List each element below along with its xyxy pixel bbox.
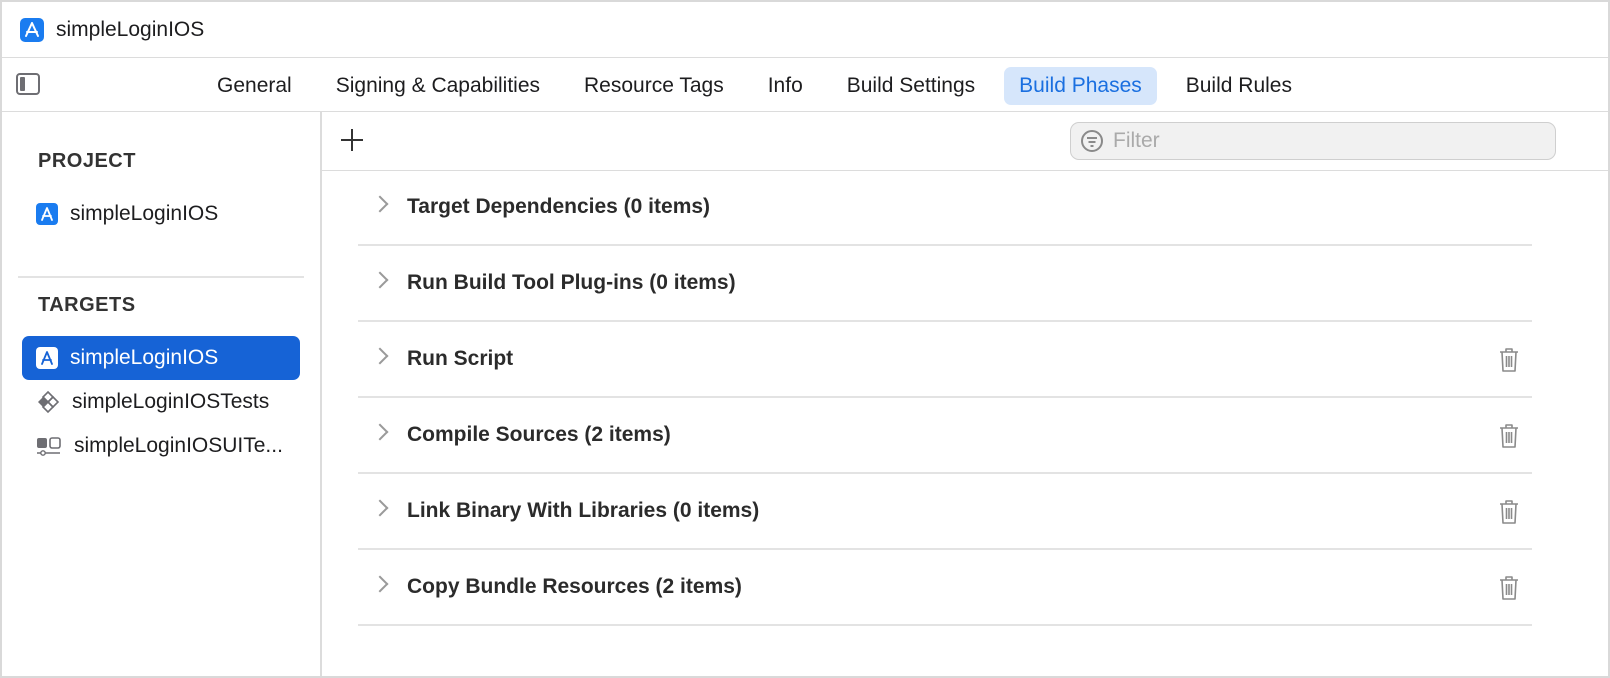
phase-target-dependencies[interactable]: Target Dependencies (0 items) — [358, 170, 1532, 246]
sidebar-item-project[interactable]: simpleLoginIOS — [22, 192, 300, 236]
phase-copy-bundle-resources[interactable]: Copy Bundle Resources (2 items) — [358, 550, 1532, 626]
tab-build-phases[interactable]: Build Phases — [1004, 67, 1157, 105]
filter-icon — [1081, 130, 1103, 152]
tab-build-settings[interactable]: Build Settings — [832, 67, 990, 105]
phase-title: Copy Bundle Resources (2 items) — [407, 575, 742, 598]
phase-link-binary-with-libraries[interactable]: Link Binary With Libraries (0 items) — [358, 474, 1532, 550]
trash-icon[interactable] — [1498, 423, 1520, 449]
trash-icon[interactable] — [1498, 347, 1520, 373]
chevron-right-icon[interactable] — [371, 575, 389, 593]
sidebar-item-target-tests[interactable]: simpleLoginIOSTests — [22, 380, 300, 424]
sidebar-item-label: simpleLoginIOSUITe... — [74, 434, 283, 457]
chevron-right-icon[interactable] — [371, 499, 389, 517]
editor-tab-bar: General Signing & Capabilities Resource … — [2, 58, 1608, 112]
sidebar-item-label: simpleLoginIOS — [70, 346, 219, 369]
chevron-right-icon[interactable] — [371, 195, 389, 213]
project-section-header: PROJECT — [38, 150, 136, 172]
sidebar-item-label: simpleLoginIOSTests — [72, 390, 270, 413]
chevron-right-icon[interactable] — [371, 347, 389, 365]
chevron-right-icon[interactable] — [371, 423, 389, 441]
trash-icon[interactable] — [1498, 575, 1520, 601]
targets-sidebar: PROJECT simpleLoginIOS TARGETS simpleLog… — [2, 112, 322, 676]
phase-title: Link Binary With Libraries (0 items) — [407, 499, 760, 522]
phase-run-script[interactable]: Run Script — [358, 322, 1532, 398]
phases-toolbar — [322, 112, 1608, 171]
app-store-icon — [20, 17, 44, 42]
app-icon — [36, 347, 58, 369]
phase-title: Run Script — [407, 347, 514, 370]
sidebar-divider — [18, 276, 304, 278]
filter-field[interactable] — [1070, 122, 1556, 160]
unit-test-icon — [38, 390, 60, 414]
targets-section-header: TARGETS — [38, 294, 136, 316]
tab-resource-tags[interactable]: Resource Tags — [569, 67, 739, 105]
title-bar: simpleLoginIOS — [2, 2, 1608, 58]
tab-build-rules[interactable]: Build Rules — [1171, 67, 1307, 105]
phase-compile-sources[interactable]: Compile Sources (2 items) — [358, 398, 1532, 474]
phases-list: Target Dependencies (0 items) Run Build … — [358, 170, 1532, 626]
tab-list: General Signing & Capabilities Resource … — [202, 67, 1321, 105]
phase-title: Target Dependencies (0 items) — [407, 195, 711, 218]
plus-icon[interactable] — [340, 128, 364, 152]
sidebar-toggle-icon[interactable] — [16, 73, 40, 95]
tab-signing-capabilities[interactable]: Signing & Capabilities — [321, 67, 555, 105]
build-phases-editor: Target Dependencies (0 items) Run Build … — [322, 112, 1608, 676]
sidebar-item-target-app[interactable]: simpleLoginIOS — [22, 336, 300, 380]
sidebar-item-target-uitests[interactable]: simpleLoginIOSUITe... — [22, 424, 300, 468]
tab-info[interactable]: Info — [753, 67, 818, 105]
window-title: simpleLoginIOS — [56, 17, 205, 41]
sidebar-item-label: simpleLoginIOS — [70, 202, 219, 225]
filter-input[interactable] — [1111, 128, 1535, 154]
ui-test-icon — [37, 437, 61, 456]
trash-icon[interactable] — [1498, 499, 1520, 525]
chevron-right-icon[interactable] — [371, 271, 389, 289]
phase-title: Compile Sources (2 items) — [407, 423, 671, 446]
phase-run-build-tool-plugins[interactable]: Run Build Tool Plug-ins (0 items) — [358, 246, 1532, 322]
xcode-window: simpleLoginIOS General Signing & Capabil… — [0, 0, 1610, 678]
app-icon — [36, 203, 58, 225]
tab-general[interactable]: General — [202, 67, 307, 105]
phase-title: Run Build Tool Plug-ins (0 items) — [407, 271, 736, 294]
